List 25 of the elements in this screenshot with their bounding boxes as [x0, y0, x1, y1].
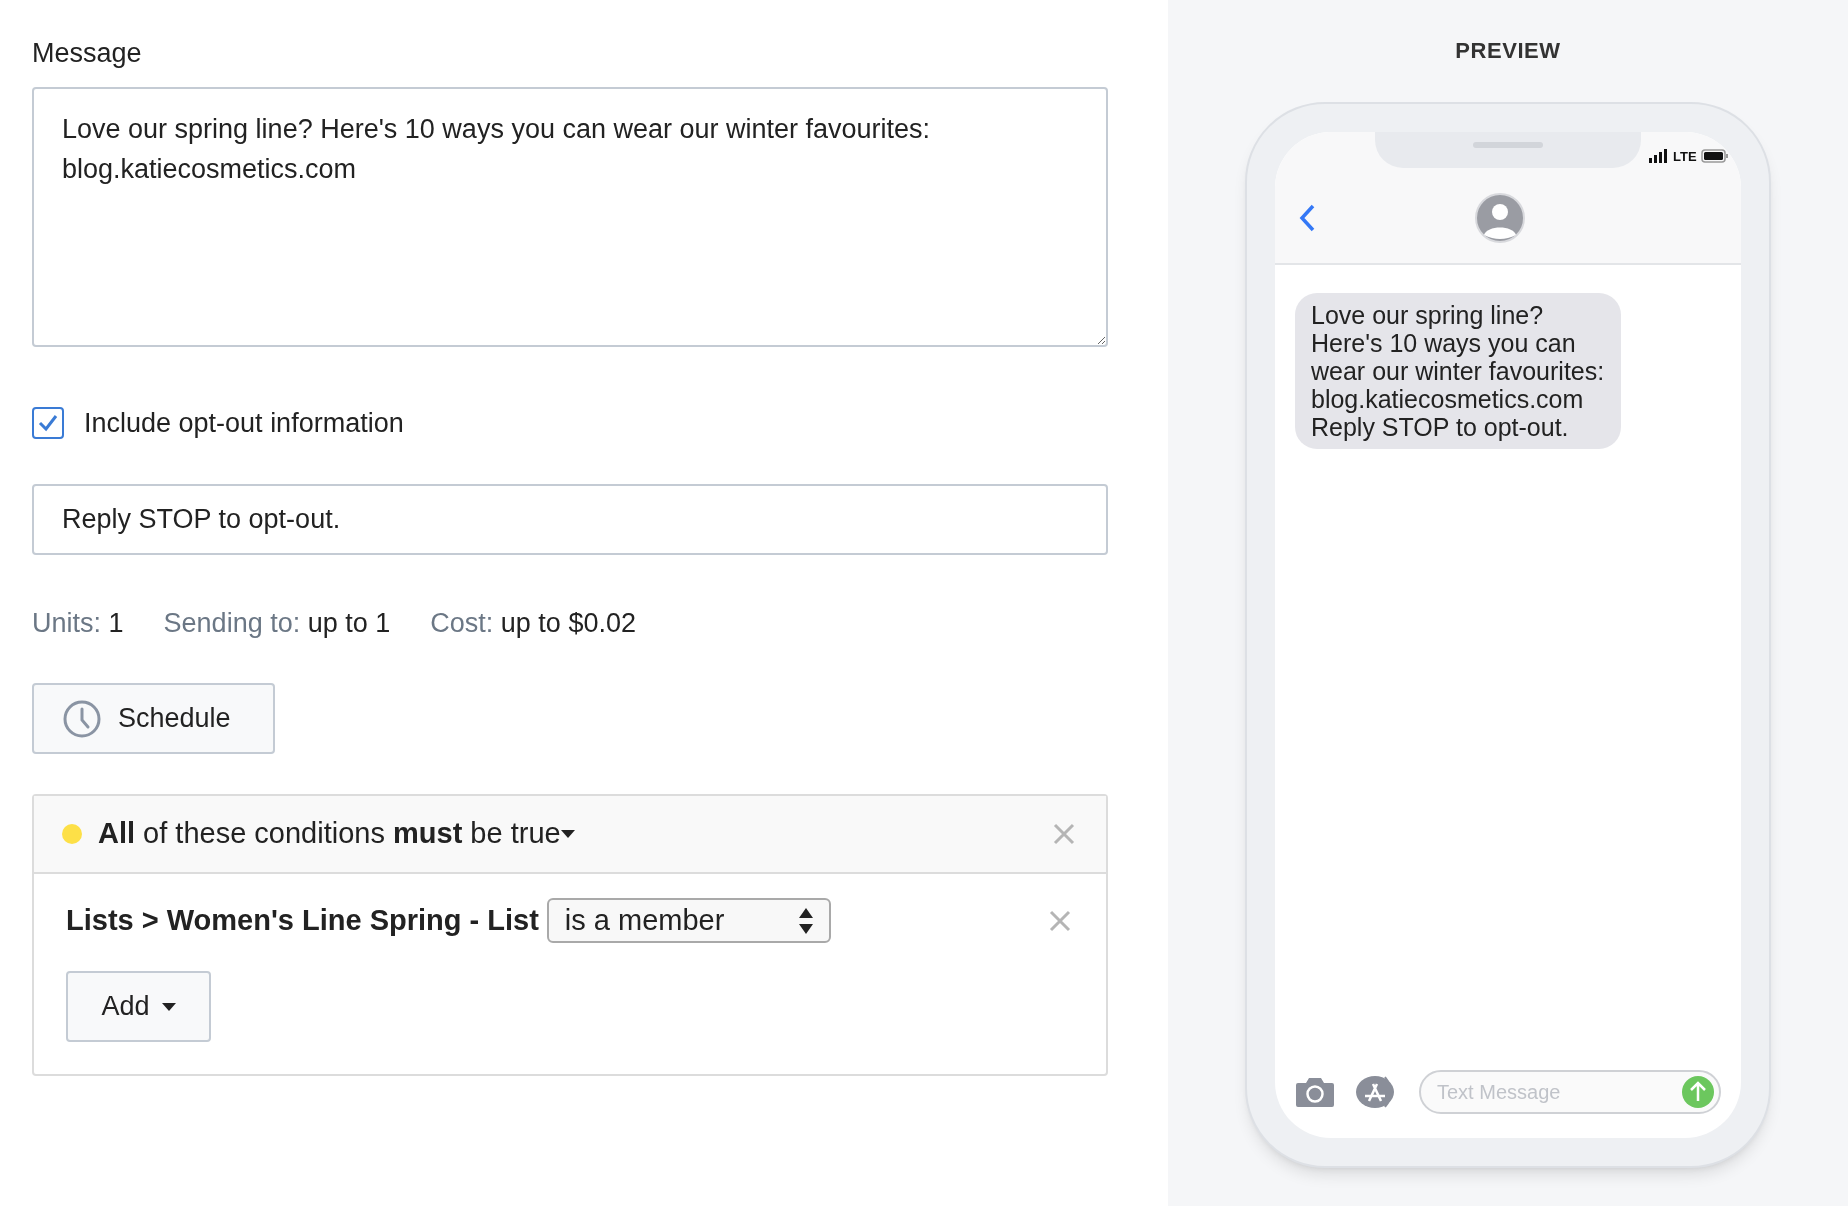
caret-icon [560, 830, 575, 838]
signal-icon [1649, 149, 1669, 163]
stat-text: Sending to: up to 1 [163, 606, 391, 640]
caret-icon [161, 1002, 176, 1011]
battery-icon [1700, 149, 1729, 163]
send-icon [1681, 1075, 1715, 1109]
message-bubble: Love our spring line? Here's 10 ways you can wear our winter favourites: blog.katiecosmetics.com Reply STOP to opt-out. [1295, 293, 1621, 449]
checkbox-label: Include opt-out information [84, 407, 404, 440]
opt-out-field[interactable]: Reply STOP to opt-out. [32, 483, 1108, 555]
updown-icon [798, 906, 813, 935]
network-label: LTE [1673, 149, 1697, 163]
field-label: Message [32, 40, 142, 67]
operator-select[interactable]: is a member [546, 898, 831, 943]
checkbox[interactable] [32, 407, 64, 440]
avatar-icon [1475, 192, 1525, 243]
stat-text: Units: 1 [32, 606, 124, 640]
condition-field: Lists > Women's Line Spring - List [66, 898, 539, 943]
preview-title: PREVIEW [1455, 40, 1561, 62]
message-field[interactable]: Love our spring line? Here's 10 ways you can wear our winter favourites: blog.katiecosmetics.com [32, 87, 1108, 347]
clock-icon [62, 698, 102, 739]
schedule-button[interactable]: Schedule [32, 683, 275, 754]
stat-text: Cost: up to $0.02 [430, 606, 636, 640]
add-button[interactable]: Add [66, 971, 211, 1042]
camera-icon [1295, 1076, 1335, 1108]
chevron-left-icon [1298, 203, 1316, 232]
